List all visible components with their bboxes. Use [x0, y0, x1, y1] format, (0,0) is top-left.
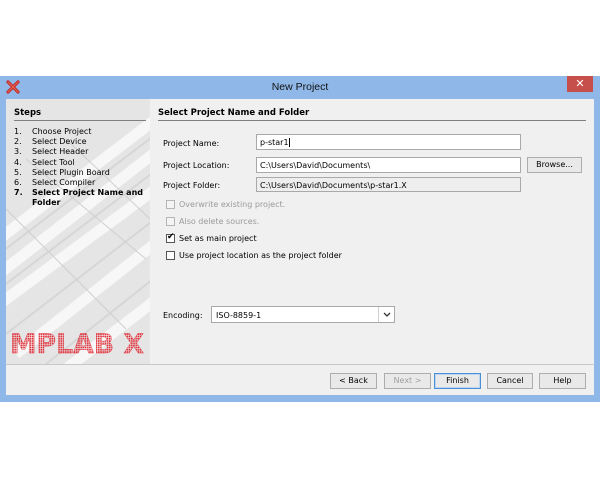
- step-item: 5. Select Plugin Board: [14, 167, 110, 177]
- new-project-dialog: New Project ✕ Steps 1. Choose Project 2.…: [0, 76, 600, 402]
- project-location-value: C:\Users\David\Documents\: [260, 161, 371, 170]
- checkbox-box: ✔: [166, 232, 175, 243]
- step-item: 3. Select Header: [14, 147, 89, 157]
- footer-divider: [6, 364, 594, 365]
- dialog-body: Steps 1. Choose Project 2. Select Device 3…: [6, 99, 594, 395]
- checkmark-icon: ✔: [167, 232, 175, 242]
- checkbox-label: Set as main project: [179, 234, 257, 243]
- chevron-down-icon: [378, 307, 394, 322]
- steps-divider: [14, 120, 146, 121]
- encoding-select[interactable]: ISO-8859-1: [211, 306, 395, 323]
- project-folder-value: C:\Users\David\Documents\p-star1.X: [260, 181, 407, 190]
- use-location-as-folder-checkbox[interactable]: Use project location as the project fold…: [166, 251, 342, 260]
- also-delete-sources-checkbox[interactable]: Also delete sources.: [166, 217, 259, 226]
- close-button[interactable]: ✕: [567, 76, 593, 92]
- project-folder-field: C:\Users\David\Documents\p-star1.X: [256, 177, 521, 192]
- steps-heading: Steps: [14, 108, 42, 118]
- step-item: 2. Select Device: [14, 137, 87, 147]
- mplab-x-logo: MPLAB X: [10, 329, 144, 357]
- project-folder-label: Project Folder:: [163, 181, 221, 190]
- set-as-main-project-checkbox[interactable]: ✔ Set as main project: [166, 232, 257, 243]
- window-title: New Project: [271, 81, 329, 93]
- help-button[interactable]: Help: [539, 373, 586, 389]
- checkbox-label: Use project location as the project fold…: [179, 251, 342, 260]
- browse-button[interactable]: Browse...: [527, 157, 582, 173]
- steps-list: 1. Choose Project 2. Select Device 3. Selec…: [14, 127, 146, 209]
- step-item: 6. Select Compiler: [14, 178, 96, 188]
- checkbox-label: Also delete sources.: [179, 217, 260, 226]
- steps-panel: Steps 1. Choose Project 2. Select Device 3…: [6, 99, 150, 364]
- finish-button[interactable]: Finish: [434, 373, 481, 389]
- back-button[interactable]: < Back: [330, 373, 377, 389]
- overwrite-existing-checkbox[interactable]: Overwrite existing project.: [166, 200, 285, 209]
- step-item: 1. Choose Project: [14, 127, 92, 136]
- project-location-label: Project Location:: [163, 161, 230, 170]
- main-panel: Select Project Name and Folder Project N…: [156, 99, 594, 364]
- panel-divider: [158, 120, 586, 121]
- svg-text:MPLAB X: MPLAB X: [10, 329, 144, 357]
- project-location-input[interactable]: C:\Users\David\Documents\: [256, 157, 521, 173]
- title-bar: New Project ✕: [0, 76, 600, 99]
- next-button[interactable]: Next >: [384, 373, 431, 389]
- encoding-label: Encoding:: [163, 311, 203, 320]
- step-item-current: 7. Select Project Name and Folder: [14, 188, 143, 208]
- project-name-input[interactable]: p-star1: [256, 134, 521, 150]
- checkbox-label: Overwrite existing project.: [179, 200, 286, 209]
- checkbox-box: [166, 251, 175, 260]
- checkbox-box: [166, 217, 175, 226]
- project-name-label: Project Name:: [163, 139, 220, 148]
- close-icon: ✕: [575, 77, 585, 90]
- checkbox-box: [166, 200, 175, 209]
- step-item: 4. Select Tool: [14, 157, 75, 167]
- project-name-value: p-star1: [260, 138, 289, 147]
- cancel-button[interactable]: Cancel: [487, 373, 533, 389]
- encoding-value: ISO-8859-1: [216, 311, 262, 320]
- panel-heading: Select Project Name and Folder: [158, 108, 310, 118]
